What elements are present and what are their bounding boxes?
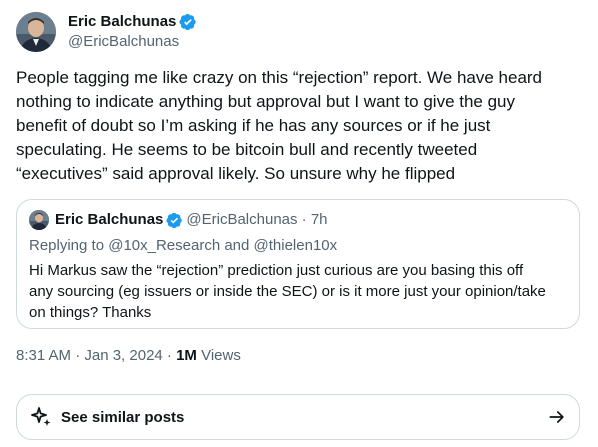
verified-badge-icon[interactable] bbox=[179, 13, 197, 31]
see-similar-posts-label: See similar posts bbox=[61, 408, 185, 426]
quoted-handle-and-time: @EricBalchunas · 7h bbox=[186, 211, 328, 228]
see-similar-posts-button[interactable]: See similar posts bbox=[16, 394, 580, 440]
author-display-name[interactable]: Eric Balchunas bbox=[68, 12, 176, 32]
arrow-right-icon bbox=[547, 407, 567, 427]
author-handle[interactable]: @EricBalchunas bbox=[68, 32, 197, 52]
quoted-tweet-text: Hi Markus saw the “rejection” prediction… bbox=[29, 262, 546, 321]
quoted-verified-badge-icon bbox=[166, 212, 183, 229]
quoted-tweet-card[interactable]: Eric Balchunas @EricBalchunas · 7h Reply… bbox=[16, 199, 580, 329]
sparkle-icon bbox=[29, 405, 53, 429]
tweet-text: People tagging me like crazy on this “re… bbox=[16, 68, 543, 183]
author-avatar[interactable] bbox=[16, 12, 56, 52]
quoted-reply-line: Replying to @10x_Research and @thielen10… bbox=[29, 237, 338, 254]
tweet-meta: 8:31 AM · Jan 3, 2024 · 1M Views bbox=[16, 346, 241, 366]
quoted-author-name: Eric Balchunas bbox=[55, 211, 164, 228]
quoted-author-avatar bbox=[29, 210, 49, 230]
views-count: 1M bbox=[176, 347, 197, 364]
tweet-timestamp[interactable]: 8:31 AM · Jan 3, 2024 · bbox=[16, 347, 176, 364]
views-label: Views bbox=[196, 347, 241, 364]
tweet-header: Eric Balchunas @EricBalchunas bbox=[16, 12, 197, 52]
